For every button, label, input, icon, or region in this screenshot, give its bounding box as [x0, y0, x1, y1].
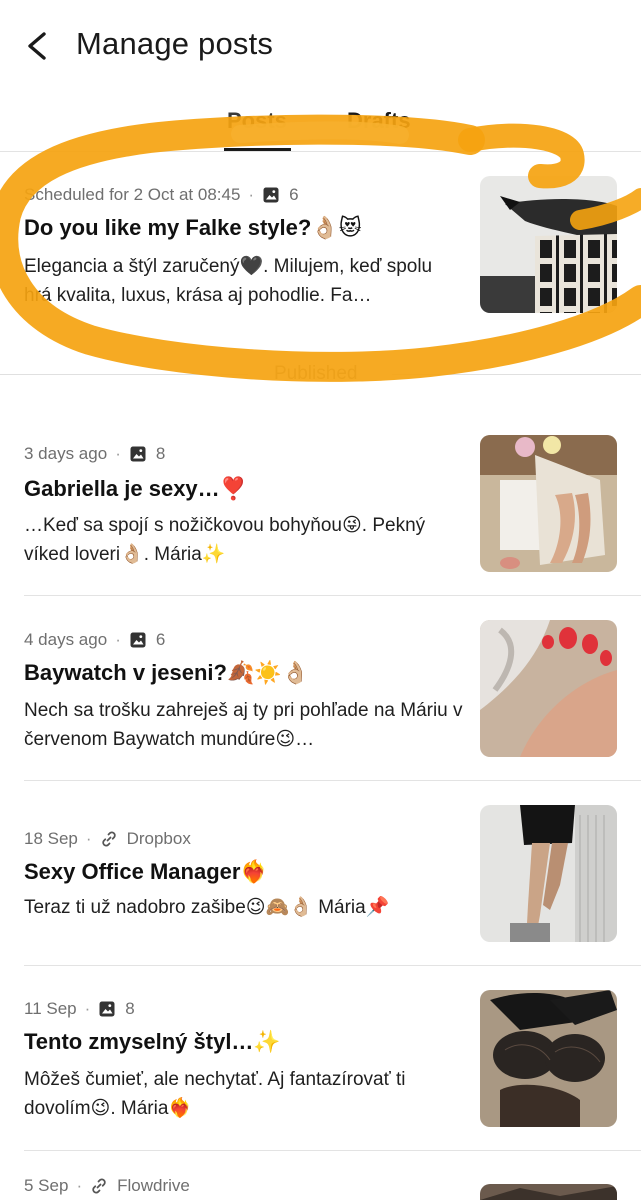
post-date: 3 days ago — [24, 444, 108, 463]
image-icon — [263, 187, 279, 203]
post-title: Gabriella je sexy…❣️ — [24, 476, 248, 501]
link-source: Dropbox — [126, 829, 191, 848]
post-meta: 4 days ago · 6 — [24, 630, 165, 650]
image-count: 6 — [155, 630, 166, 649]
link-icon — [92, 1178, 106, 1194]
section-label-published: Published — [274, 363, 358, 384]
image-count: 8 — [155, 444, 166, 463]
post-row[interactable]: 18 Sep · Dropbox Sexy Office Manager❤️‍🔥… — [0, 781, 641, 965]
meta-separator: · — [115, 444, 121, 463]
meta-separator: · — [248, 185, 255, 204]
scheduled-post-row[interactable]: Scheduled for 2 Oct at 08:45 · 6 Do you … — [0, 152, 641, 358]
post-date: 4 days ago — [24, 630, 108, 649]
meta-separator: · — [84, 999, 91, 1018]
post-title: Tento zmyselný štyl…✨ — [24, 1029, 281, 1054]
post-thumbnail — [480, 176, 617, 313]
post-row[interactable]: 3 days ago · 8 Gabriella je sexy…❣️ …Keď… — [0, 410, 641, 595]
post-excerpt: Elegancia a štýl zaručený🖤. Milujem, keď… — [24, 256, 433, 306]
image-icon — [130, 632, 146, 648]
post-row[interactable]: 11 Sep · 8 Tento zmyselný štyl…✨ Môžeš č… — [0, 966, 641, 1150]
post-meta: 18 Sep · Dropbox — [24, 829, 191, 849]
post-date: 5 Sep — [24, 1176, 69, 1195]
image-count: 6 — [289, 185, 299, 204]
tab-bar: Posts Drafts — [0, 100, 641, 152]
post-meta: Scheduled for 2 Oct at 08:45 · 6 — [24, 185, 299, 205]
meta-separator: · — [115, 630, 121, 649]
image-count: 8 — [125, 999, 135, 1018]
post-row[interactable]: 5 Sep · Flowdrive — [0, 1151, 641, 1200]
chevron-left-icon — [28, 32, 46, 60]
meta-separator: · — [76, 1176, 83, 1195]
image-icon — [99, 1001, 115, 1017]
post-meta: 11 Sep · 8 — [24, 999, 135, 1019]
section-divider-right — [392, 374, 641, 375]
app-header: Manage posts — [0, 0, 641, 95]
image-icon — [130, 446, 146, 462]
schedule-time: Scheduled for 2 Oct at 08:45 — [24, 185, 241, 204]
page-title: Manage posts — [76, 26, 274, 61]
post-date: 18 Sep — [24, 829, 78, 848]
link-icon — [101, 831, 116, 847]
post-row[interactable]: 4 days ago · 6 Baywatch v jeseni?🍂☀️👌🏼 N… — [0, 596, 641, 780]
post-thumbnail — [480, 805, 617, 942]
tab-drafts[interactable]: Drafts — [347, 108, 411, 134]
post-title: Do you like my Falke style?👌🏼😻 — [24, 215, 362, 240]
post-thumbnail — [480, 1184, 617, 1200]
post-thumbnail — [480, 435, 617, 572]
post-date: 11 Sep — [24, 999, 77, 1018]
post-thumbnail — [480, 620, 617, 757]
post-excerpt: Môžeš čumieť, ale nechytať. Aj fantazíro… — [24, 1069, 406, 1119]
post-thumbnail — [480, 990, 617, 1127]
post-title: Sexy Office Manager❤️‍🔥 — [24, 859, 268, 884]
post-excerpt: …Keď sa spojí s nožičkovou bohyňou😜. Pek… — [24, 515, 426, 565]
post-excerpt: Nech sa trošku zahreješ aj ty pri pohľad… — [24, 700, 463, 750]
post-excerpt: Teraz ti už nadobro zašibe😉🙈👌🏼 Mária📌 — [24, 897, 390, 918]
post-meta: 3 days ago · 8 — [24, 444, 165, 464]
post-meta: 5 Sep · Flowdrive — [24, 1176, 190, 1196]
meta-separator: · — [85, 829, 92, 848]
back-button[interactable] — [20, 28, 56, 64]
section-divider-left — [0, 374, 248, 375]
link-source: Flowdrive — [117, 1176, 190, 1195]
tab-posts[interactable]: Posts — [227, 108, 287, 134]
post-title: Baywatch v jeseni?🍂☀️👌🏼 — [24, 660, 310, 685]
